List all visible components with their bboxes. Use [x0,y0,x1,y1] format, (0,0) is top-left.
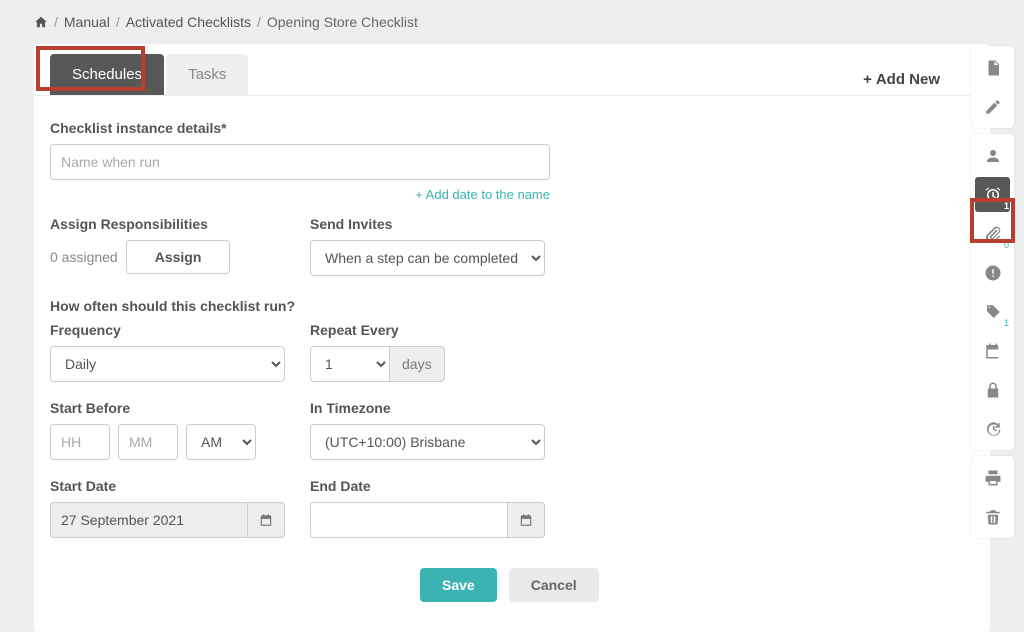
trash-icon[interactable] [975,499,1010,534]
lock-icon[interactable] [975,372,1010,407]
alert-icon[interactable] [975,255,1010,290]
breadcrumb-sep: / [116,14,120,30]
details-label: Checklist instance details* [50,120,974,136]
timezone-label: In Timezone [310,400,550,416]
document-icon[interactable] [975,50,1010,85]
tag-icon[interactable]: 1 [975,294,1010,329]
frequency-select[interactable]: Daily [50,346,285,382]
save-button[interactable]: Save [420,568,497,602]
calendar-icon[interactable] [247,502,285,538]
send-invites-select[interactable]: When a step can be completed [310,240,545,276]
add-new-button[interactable]: + Add New [863,71,940,88]
print-icon[interactable] [975,460,1010,495]
start-before-label: Start Before [50,400,290,416]
send-invites-label: Send Invites [310,216,550,232]
mm-input[interactable] [118,424,178,460]
tag-badge: 1 [1004,318,1009,328]
breadcrumb-manual[interactable]: Manual [64,14,110,30]
days-label: days [390,346,445,382]
breadcrumb: / Manual / Activated Checklists / Openin… [0,0,1024,44]
calendar-rail-icon[interactable] [975,333,1010,368]
attachment-icon[interactable]: 0 [975,216,1010,251]
assign-button[interactable]: Assign [126,240,231,274]
breadcrumb-activated[interactable]: Activated Checklists [126,14,251,30]
repeat-every-select[interactable]: 1 [310,346,390,382]
alarm-icon[interactable]: 1 [975,177,1010,212]
assigned-count: 0 assigned [50,249,118,265]
plus-icon: + [863,71,872,88]
pencil-icon[interactable] [975,89,1010,124]
ampm-select[interactable]: AM [186,424,256,460]
calendar-icon[interactable] [507,502,545,538]
cancel-button[interactable]: Cancel [509,568,599,602]
history-icon[interactable] [975,411,1010,446]
end-date-label: End Date [310,478,550,494]
timezone-select[interactable]: (UTC+10:00) Brisbane [310,424,545,460]
alarm-badge: 1 [1004,201,1009,211]
instance-name-input[interactable] [50,144,550,180]
add-new-label: Add New [876,71,940,88]
start-date-input[interactable] [50,502,247,538]
home-icon[interactable] [34,15,48,29]
tab-tasks[interactable]: Tasks [166,54,248,95]
end-date-input[interactable] [310,502,507,538]
breadcrumb-current: Opening Store Checklist [267,14,418,30]
repeat-every-label: Repeat Every [310,322,550,338]
how-often-label: How often should this checklist run? [50,298,974,314]
hh-input[interactable] [50,424,110,460]
attachment-badge: 0 [1004,240,1009,250]
right-rail: 1 0 1 [971,46,1014,538]
person-icon[interactable] [975,138,1010,173]
breadcrumb-sep: / [54,14,58,30]
assign-label: Assign Responsibilities [50,216,290,232]
start-date-label: Start Date [50,478,290,494]
content-card: Schedules Tasks + Add New Checklist inst… [34,44,990,632]
tab-schedules[interactable]: Schedules [50,54,164,95]
breadcrumb-sep: / [257,14,261,30]
add-date-link[interactable]: + Add date to the name [415,187,550,202]
frequency-label: Frequency [50,322,290,338]
